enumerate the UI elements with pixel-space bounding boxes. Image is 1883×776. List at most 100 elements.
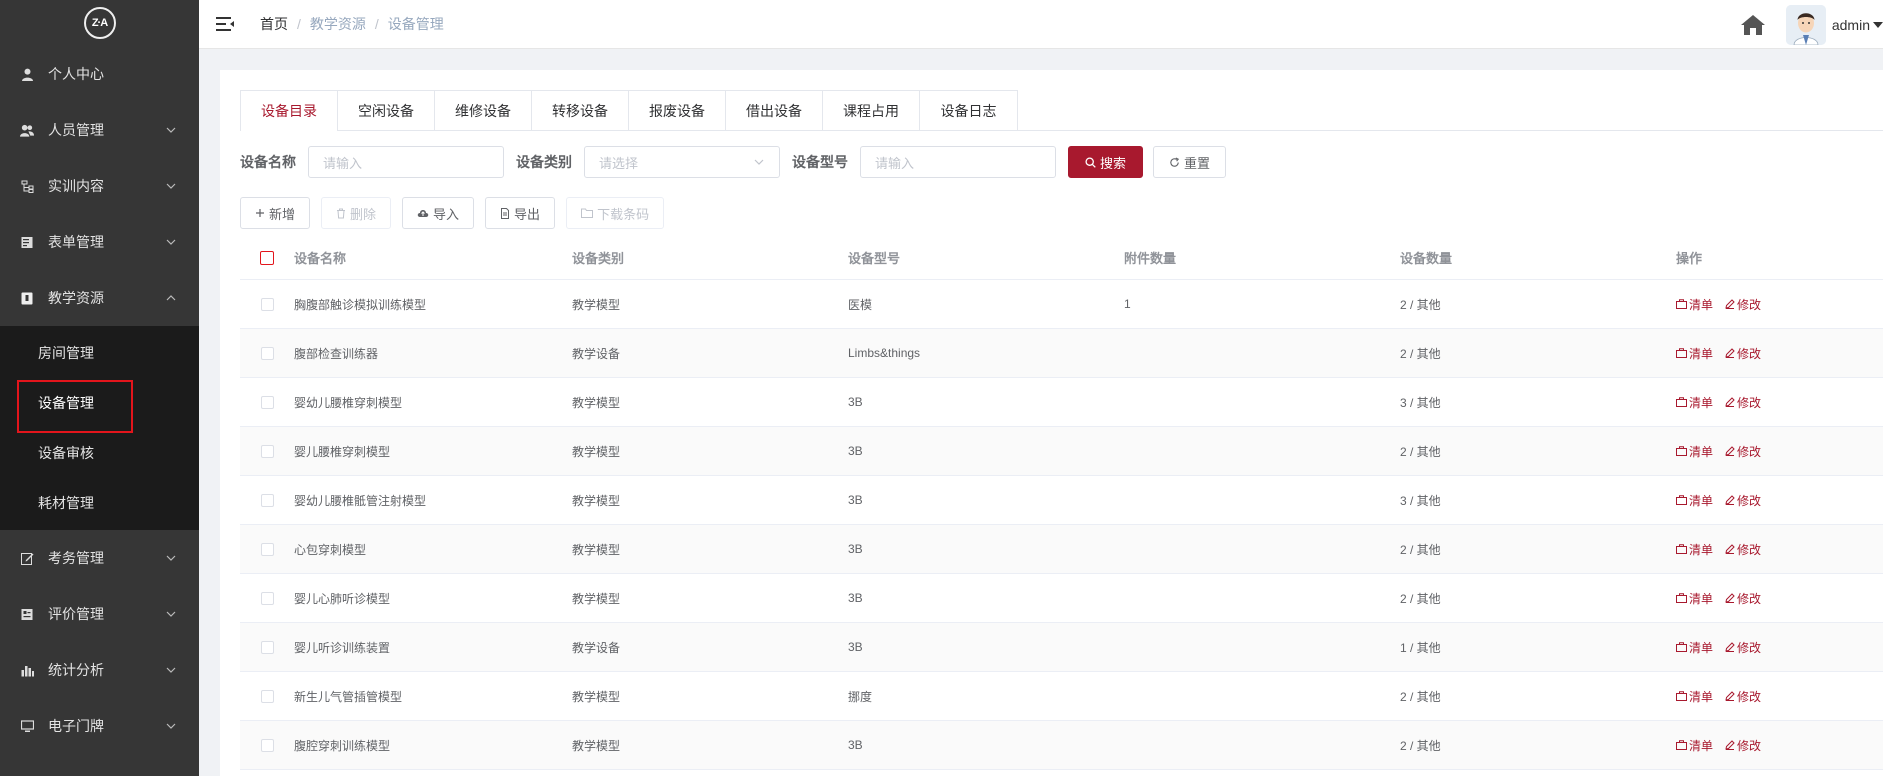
- edit-link[interactable]: 修改: [1725, 639, 1761, 656]
- sidebar-subitem-label: 耗材管理: [38, 495, 94, 511]
- sidebar-item-exam-affairs[interactable]: 考务管理: [0, 530, 199, 586]
- sidebar-subitem-room-management[interactable]: 房间管理: [0, 328, 199, 378]
- edit-link[interactable]: 修改: [1725, 443, 1761, 460]
- edit-link[interactable]: 修改: [1725, 394, 1761, 411]
- list-link[interactable]: 清单: [1676, 688, 1713, 705]
- import-button[interactable]: 导入: [402, 197, 475, 229]
- row-checkbox[interactable]: [260, 395, 274, 409]
- menu-toggle-icon[interactable]: [216, 16, 236, 32]
- form-icon: [20, 235, 34, 249]
- device-model-input[interactable]: 请输入: [860, 146, 1056, 178]
- search-button-label: 搜索: [1100, 155, 1127, 171]
- list-link[interactable]: 清单: [1676, 737, 1713, 754]
- delete-button[interactable]: 删除: [321, 197, 392, 229]
- sidebar-item-teaching-resources[interactable]: 教学资源: [0, 270, 199, 326]
- tab-device-catalog[interactable]: 设备目录: [241, 91, 338, 131]
- tab-lent-devices[interactable]: 借出设备: [726, 91, 823, 131]
- trash-icon: [337, 208, 346, 218]
- list-link-label: 清单: [1689, 640, 1714, 655]
- list-link[interactable]: 清单: [1676, 345, 1713, 362]
- select-all-checkbox[interactable]: [260, 250, 274, 265]
- sidebar-item-personnel[interactable]: 人员管理: [0, 102, 199, 158]
- cell-quantity: 1 / 其他: [1400, 640, 1441, 655]
- home-icon[interactable]: [1740, 13, 1766, 37]
- list-link-label: 清单: [1689, 542, 1714, 557]
- cell-device-model: Limbs&things: [848, 346, 921, 360]
- add-button[interactable]: 新增: [240, 197, 311, 229]
- device-name-input[interactable]: 请输入: [308, 146, 504, 178]
- tab-course-occupied[interactable]: 课程占用: [823, 91, 920, 131]
- tab-repair-devices[interactable]: 维修设备: [435, 91, 532, 131]
- list-link[interactable]: 清单: [1676, 590, 1713, 607]
- row-checkbox[interactable]: [260, 689, 274, 703]
- export-button-label: 导出: [514, 206, 541, 222]
- table-toolbar: 新增 删除 导入 导出 下载条码: [240, 197, 675, 229]
- sidebar-item-label: 考务管理: [48, 550, 104, 566]
- edit-link[interactable]: 修改: [1725, 492, 1761, 509]
- list-link-label: 清单: [1689, 591, 1714, 606]
- row-checkbox[interactable]: [260, 444, 274, 458]
- edit-link[interactable]: 修改: [1725, 541, 1761, 558]
- cell-device-type: 教学设备: [572, 346, 621, 361]
- edit-link[interactable]: 修改: [1725, 296, 1761, 313]
- search-button[interactable]: 搜索: [1068, 146, 1144, 178]
- edit-link[interactable]: 修改: [1725, 590, 1761, 607]
- sidebar-item-statistics[interactable]: 统计分析: [0, 642, 199, 698]
- sidebar-item-forms[interactable]: 表单管理: [0, 214, 199, 270]
- edit-link[interactable]: 修改: [1725, 737, 1761, 754]
- cell-device-type: 教学模型: [572, 689, 621, 704]
- tab-device-log[interactable]: 设备日志: [920, 91, 1017, 131]
- user-menu[interactable]: admin: [1832, 17, 1883, 33]
- sidebar-item-personal-center[interactable]: 个人中心: [0, 46, 199, 102]
- download-barcode-button[interactable]: 下载条码: [566, 197, 665, 229]
- table-row: 婴幼儿腰椎穿刺模型 教学模型 3B 3 / 其他 清单 修改: [240, 378, 1883, 427]
- row-checkbox[interactable]: [260, 640, 274, 654]
- tab-transfer-devices[interactable]: 转移设备: [532, 91, 629, 131]
- edit-link[interactable]: 修改: [1725, 688, 1761, 705]
- list-link[interactable]: 清单: [1676, 492, 1713, 509]
- device-type-select[interactable]: 请选择: [584, 146, 780, 178]
- user-icon: [20, 67, 34, 81]
- cloud-upload-icon: [417, 210, 429, 217]
- sidebar-item-evaluation[interactable]: 评价管理: [0, 586, 199, 642]
- filter-bar: 设备名称 请输入 设备类别 请选择 设备型号 请输入 搜索 重置: [240, 146, 1227, 178]
- folder-icon: [581, 208, 594, 218]
- row-checkbox[interactable]: [260, 542, 274, 556]
- chevron-down-icon: [166, 723, 176, 729]
- sidebar-subitem-consumables[interactable]: 耗材管理: [0, 478, 199, 528]
- row-checkbox[interactable]: [260, 591, 274, 605]
- breadcrumb-device-management: 设备管理: [387, 16, 444, 32]
- sidebar-subitem-device-management[interactable]: 设备管理: [0, 378, 199, 433]
- breadcrumb-home[interactable]: 首页: [260, 14, 288, 34]
- reset-button[interactable]: 重置: [1153, 146, 1227, 178]
- edit-link-label: 修改: [1737, 542, 1762, 557]
- cell-device-type: 教学模型: [572, 444, 621, 459]
- sidebar-item-e-doorplate[interactable]: 电子门牌: [0, 698, 199, 754]
- cell-device-type: 教学设备: [572, 640, 621, 655]
- list-link[interactable]: 清单: [1676, 296, 1713, 313]
- sidebar-subitem-label: 设备管理: [38, 395, 94, 411]
- export-button[interactable]: 导出: [485, 197, 556, 229]
- edit-link[interactable]: 修改: [1725, 345, 1761, 362]
- tab-scrapped-devices[interactable]: 报废设备: [629, 91, 726, 131]
- header-attachments: 附件数量: [1124, 251, 1177, 266]
- chart-icon: [20, 663, 34, 677]
- row-checkbox[interactable]: [260, 493, 274, 507]
- list-link[interactable]: 清单: [1676, 443, 1713, 460]
- edit-link-label: 修改: [1737, 493, 1762, 508]
- list-link[interactable]: 清单: [1676, 541, 1713, 558]
- table-row: 婴儿心肺听诊模型 教学模型 3B 2 / 其他 清单 修改: [240, 574, 1883, 623]
- table-body: 胸腹部触诊模拟训练模型 教学模型 医模 1 2 / 其他 清单 修改 腹部检查训练器 教学设备 L…: [240, 280, 1883, 770]
- row-checkbox[interactable]: [260, 297, 274, 311]
- list-link[interactable]: 清单: [1676, 394, 1713, 411]
- avatar[interactable]: [1785, 4, 1826, 45]
- header-actions: 操作: [1676, 251, 1703, 266]
- list-link[interactable]: 清单: [1676, 639, 1713, 656]
- breadcrumb-teaching-resources: 教学资源: [309, 16, 366, 32]
- sidebar-subitem-device-review[interactable]: 设备审核: [0, 428, 199, 478]
- row-checkbox[interactable]: [260, 738, 274, 752]
- tab-idle-devices[interactable]: 空闲设备: [338, 91, 435, 131]
- row-checkbox[interactable]: [260, 346, 274, 360]
- list-link-label: 清单: [1689, 738, 1714, 753]
- sidebar-item-training[interactable]: 实训内容: [0, 158, 199, 214]
